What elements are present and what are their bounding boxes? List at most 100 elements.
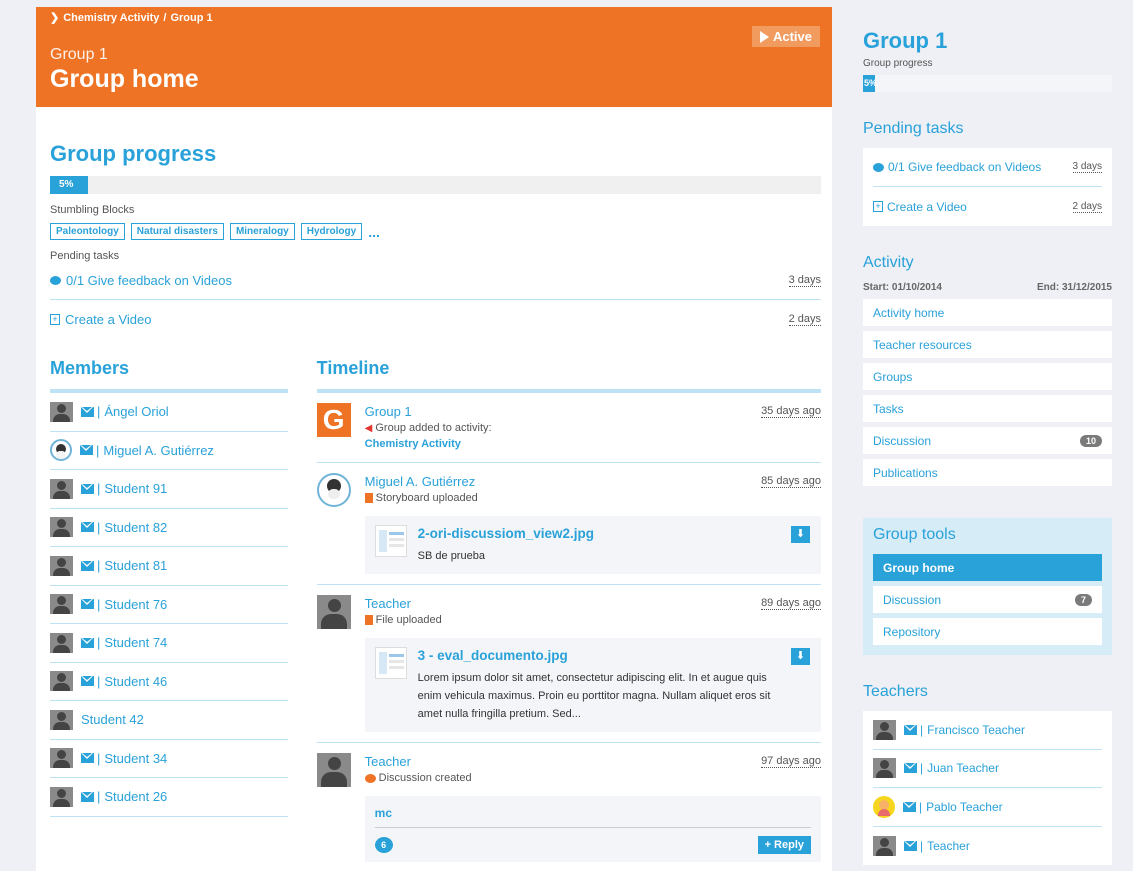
mail-icon[interactable] [81, 406, 94, 417]
play-icon [759, 30, 769, 43]
member-row[interactable]: | Student 81 [50, 547, 288, 586]
file-thumbnail[interactable] [374, 647, 407, 679]
members-title: Members [50, 358, 288, 393]
sidebar-activity-title: Activity [863, 254, 914, 271]
more-tags-button[interactable]: ... [368, 224, 380, 240]
timeline-author[interactable]: Miguel A. Gutiérrez [365, 474, 476, 489]
nav-teacher-resources[interactable]: Teacher resources [863, 331, 1112, 358]
tool-repository[interactable]: Repository [873, 618, 1102, 645]
reply-button[interactable]: + Reply [757, 836, 811, 854]
mail-icon[interactable] [80, 445, 93, 456]
member-row[interactable]: | Student 74 [50, 624, 288, 663]
member-name[interactable]: Student 34 [104, 751, 167, 766]
nav-activity-home[interactable]: Activity home [863, 299, 1112, 326]
member-name[interactable]: Student 46 [104, 674, 167, 689]
status-badge[interactable]: Active [751, 26, 820, 47]
tag-hydrology[interactable]: Hydrology [300, 223, 363, 240]
page-subtitle: Group 1 [50, 46, 108, 63]
member-name[interactable]: Student 26 [104, 789, 167, 804]
avatar [50, 478, 73, 499]
breadcrumb: ❯ Chemistry Activity / Group 1 [50, 11, 818, 25]
file-title-link[interactable]: 3 - eval_documento.jpg [418, 648, 568, 663]
mail-icon[interactable] [81, 676, 94, 687]
member-row[interactable]: | Student 91 [50, 470, 288, 509]
sidebar-task-create-video[interactable]: + Create a Video 2 days [873, 187, 1102, 226]
mail-icon[interactable] [81, 522, 94, 533]
nav-groups[interactable]: Groups [863, 363, 1112, 390]
tool-group-home[interactable]: Group home [873, 554, 1102, 581]
member-row[interactable]: | Miguel A. Gutiérrez [50, 432, 288, 470]
avatar [316, 473, 351, 507]
download-icon[interactable]: ⬇ [791, 526, 810, 543]
file-title-link[interactable]: 2-ori-discussiom_view2.jpg [418, 526, 594, 541]
file-card: 2-ori-discussiom_view2.jpg SB de prueba … [364, 516, 821, 574]
page-title: Group home [50, 65, 199, 93]
member-row[interactable]: Student 42 [50, 701, 288, 740]
separator: | [97, 404, 101, 420]
teacher-row[interactable]: | Teacher [873, 827, 1102, 866]
member-row[interactable]: | Student 46 [50, 663, 288, 701]
mail-icon[interactable] [904, 763, 917, 774]
member-row[interactable]: | Ángel Oriol [50, 393, 288, 432]
tag-natural-disasters[interactable]: Natural disasters [130, 223, 224, 240]
speech-bubble-icon [873, 162, 884, 172]
mail-icon[interactable] [81, 637, 94, 648]
teacher-name[interactable]: Teacher [927, 839, 970, 853]
mail-icon[interactable] [904, 840, 917, 851]
tool-discussion[interactable]: Discussion 7 [873, 586, 1102, 613]
group-tools-panel: Group tools Group home Discussion 7 Repos… [863, 518, 1112, 655]
pending-task-feedback[interactable]: 0/1 Give feedback on Videos 3 days [50, 262, 821, 300]
member-name[interactable]: Student 82 [104, 520, 167, 535]
mail-icon[interactable] [904, 724, 917, 735]
teacher-name[interactable]: Pablo Teacher [926, 800, 1003, 814]
member-name[interactable]: Student 91 [104, 481, 167, 496]
teacher-row[interactable]: | Juan Teacher [873, 750, 1102, 788]
mail-icon[interactable] [81, 483, 94, 494]
member-name[interactable]: Student 74 [104, 635, 167, 650]
pending-task-create-video[interactable]: + Create a Video 2 days [50, 300, 821, 338]
separator: | [97, 635, 101, 651]
member-name[interactable]: Student 81 [104, 558, 167, 573]
nav-publications[interactable]: Publications [863, 459, 1112, 486]
sidebar-task-feedback[interactable]: 0/1 Give feedback on Videos 3 days [873, 148, 1102, 187]
separator: | [97, 558, 101, 574]
breadcrumb-activity[interactable]: Chemistry Activity [63, 12, 159, 24]
mail-icon[interactable] [81, 560, 94, 571]
file-icon [364, 493, 373, 503]
nav-discussion[interactable]: Discussion 10 [863, 427, 1112, 454]
timeline-author[interactable]: Teacher [365, 596, 411, 611]
status-label: Active [772, 29, 812, 44]
stumbling-tags: Paleontology Natural disasters Mineralog… [50, 223, 821, 240]
teachers-title: Teachers [863, 683, 928, 700]
member-name[interactable]: Student 42 [81, 712, 144, 727]
comment-count-icon[interactable]: 6 [374, 837, 393, 853]
sidebar: Group 1 Group progress 5% Pending tasks … [863, 7, 1112, 865]
download-icon[interactable]: ⬇ [791, 648, 810, 665]
teacher-name[interactable]: Juan Teacher [927, 761, 999, 775]
teacher-row[interactable]: | Pablo Teacher [873, 788, 1102, 827]
discussion-card: mc 6 + Reply [364, 796, 821, 862]
tag-mineralogy[interactable]: Mineralogy [229, 223, 295, 240]
member-name[interactable]: Ángel Oriol [104, 404, 168, 419]
mail-icon[interactable] [903, 801, 916, 812]
member-name[interactable]: Miguel A. Gutiérrez [103, 443, 214, 458]
discussion-title[interactable]: mc [374, 806, 811, 828]
teacher-name[interactable]: Francisco Teacher [927, 723, 1025, 737]
avatar [873, 795, 895, 818]
sidebar-group-title: Group 1 [863, 28, 948, 53]
mail-icon[interactable] [81, 791, 94, 802]
member-name[interactable]: Student 76 [104, 597, 167, 612]
member-row[interactable]: | Student 76 [50, 586, 288, 624]
mail-icon[interactable] [81, 753, 94, 764]
timeline-activity-link[interactable]: Chemistry Activity [365, 438, 461, 450]
member-row[interactable]: | Student 34 [50, 740, 288, 778]
nav-tasks[interactable]: Tasks [863, 395, 1112, 422]
mail-icon[interactable] [81, 599, 94, 610]
member-row[interactable]: | Student 82 [50, 509, 288, 547]
member-row[interactable]: | Student 26 [50, 778, 288, 817]
tag-paleontology[interactable]: Paleontology [50, 223, 125, 240]
timeline-author[interactable]: Group 1 [365, 404, 412, 419]
file-thumbnail[interactable] [374, 525, 407, 557]
timeline-author[interactable]: Teacher [365, 754, 411, 769]
teacher-row[interactable]: | Francisco Teacher [873, 711, 1102, 750]
